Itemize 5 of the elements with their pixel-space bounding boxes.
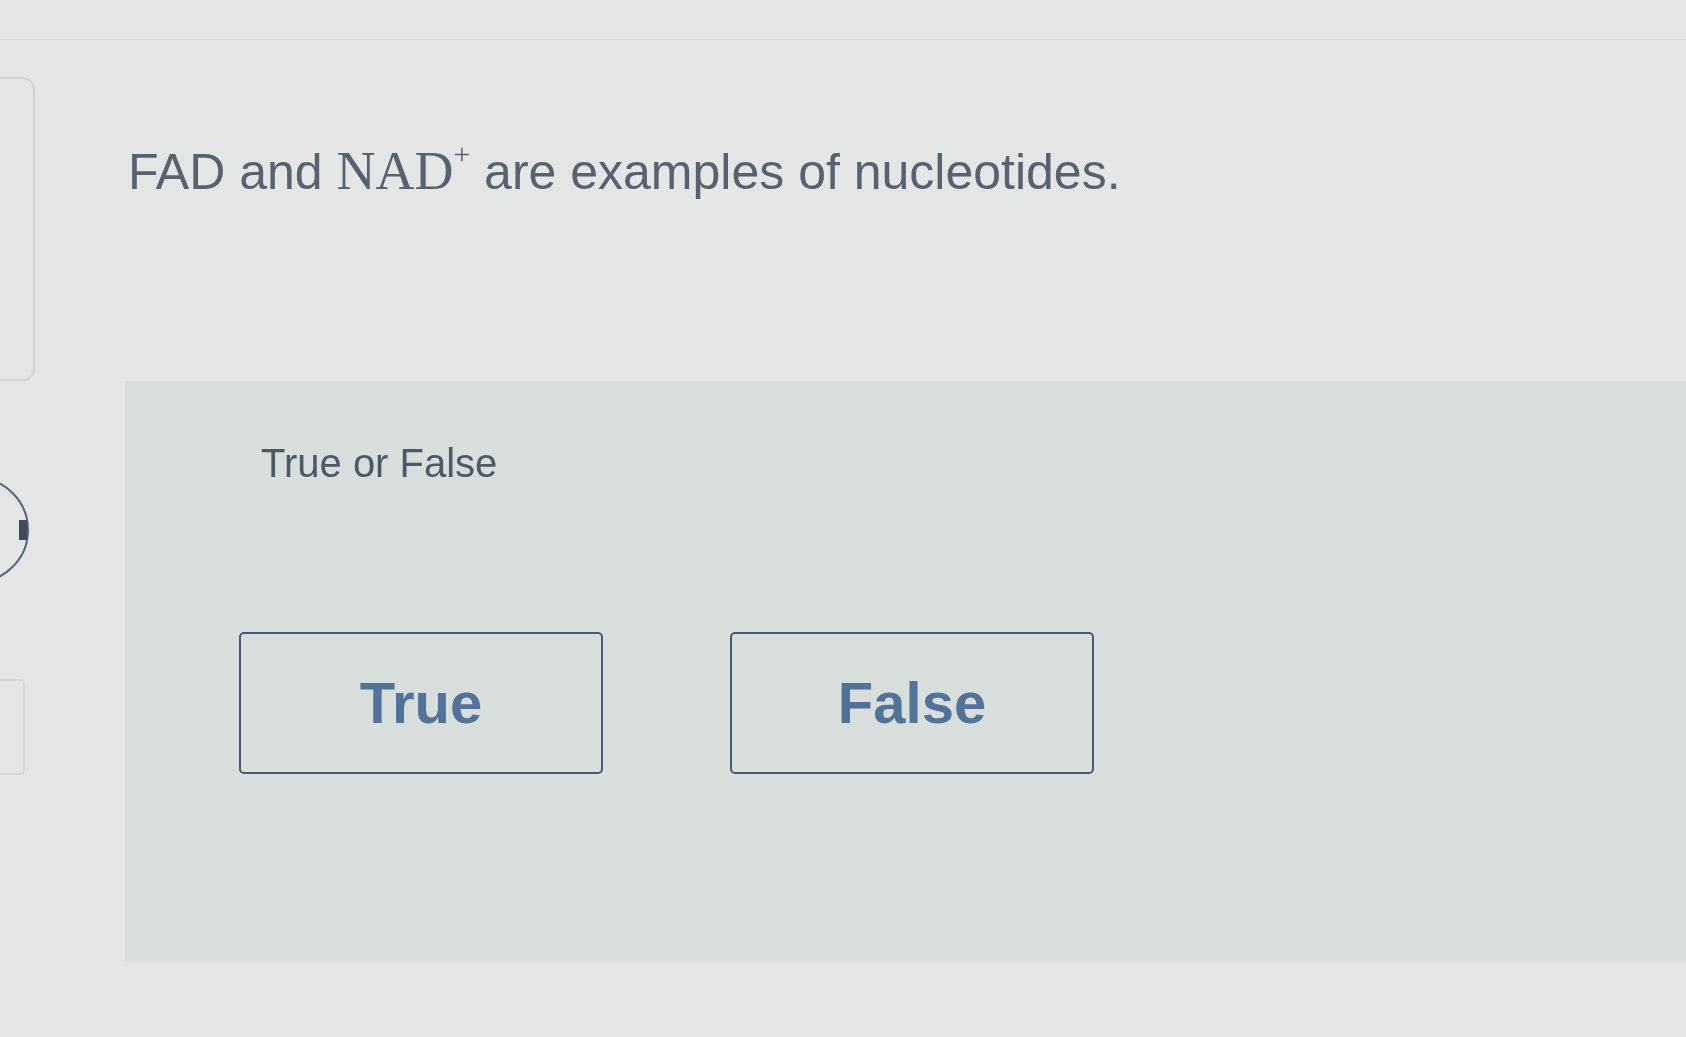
answer-option-button[interactable]: False	[730, 631, 1094, 774]
answer-option-button[interactable]: True	[239, 631, 603, 774]
question-text: FAD and NAD$^{+}$ are examples of nucleotides.	[128, 139, 1121, 203]
bar-icon	[19, 520, 27, 540]
prompt-text: True or False	[261, 439, 498, 487]
